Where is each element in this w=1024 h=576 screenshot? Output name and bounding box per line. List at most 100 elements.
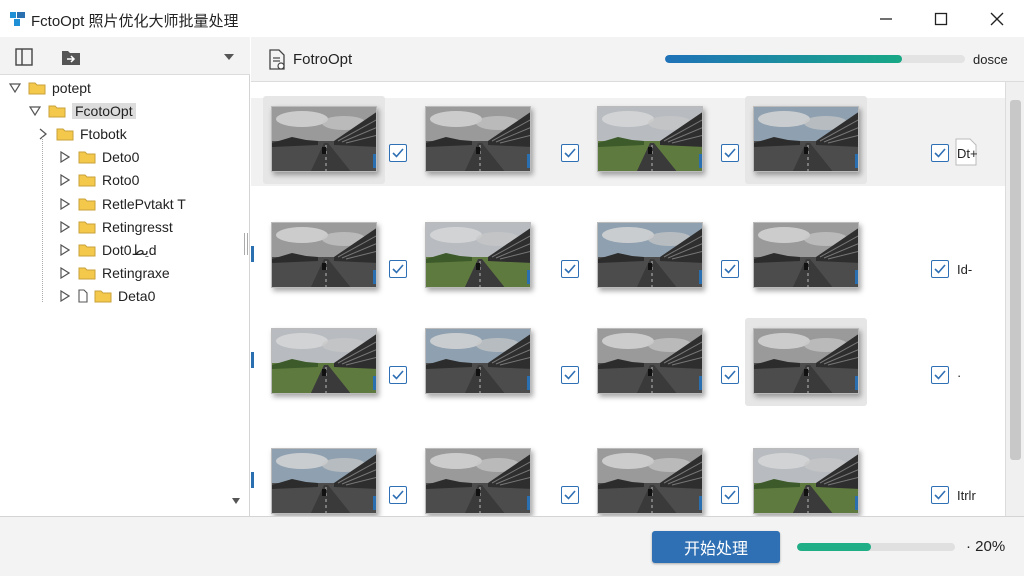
photo-thumbnail[interactable]	[417, 96, 539, 184]
photo-thumbnail[interactable]	[417, 212, 539, 300]
thumb-edge-marker	[855, 496, 858, 510]
thumb-edge-marker	[373, 154, 376, 168]
road-photo-image	[271, 448, 377, 514]
tree-item-label: Dotيط0d	[102, 241, 157, 258]
expand-right-icon[interactable]	[58, 150, 72, 164]
photo-select-checkbox[interactable]	[389, 486, 407, 504]
tree-item[interactable]: RetlePvtakt T	[58, 193, 186, 215]
photo-select-checkbox[interactable]	[389, 144, 407, 162]
row-marker	[251, 472, 254, 488]
expand-right-icon[interactable]	[58, 197, 72, 211]
photo-select-checkbox[interactable]	[561, 366, 579, 384]
photo-thumbnail[interactable]	[745, 318, 867, 406]
road-photo-image	[753, 448, 859, 514]
row-select-checkbox[interactable]	[931, 144, 949, 162]
photo-thumbnail[interactable]	[745, 96, 867, 184]
tree-scroll-down[interactable]	[228, 492, 244, 510]
tree-item[interactable]: Deta0	[58, 285, 155, 307]
road-photo-image	[425, 106, 531, 172]
splitter-grip[interactable]	[244, 233, 248, 255]
tree-item[interactable]: Retingresst	[58, 216, 173, 238]
photo-thumbnail[interactable]	[417, 438, 539, 516]
photo-select-checkbox[interactable]	[721, 486, 739, 504]
panel-layout-icon[interactable]	[13, 46, 35, 68]
tree-item-label: Roto0	[102, 172, 140, 188]
thumb-edge-marker	[855, 376, 858, 390]
expand-right-icon[interactable]	[58, 289, 72, 303]
window-title: FctoOpt 照片优化大师批量处理	[31, 13, 239, 30]
thumb-edge-marker	[527, 154, 530, 168]
grid-scrollbar[interactable]	[1005, 82, 1024, 516]
tree-item[interactable]: Roto0	[58, 169, 139, 191]
tree-item-label: FcotoOpt	[72, 103, 136, 119]
photo-thumbnail[interactable]	[589, 318, 711, 406]
folder-tree: potept FcotoOpt Ftobotk Deto0 Roto0 RetlePvta…	[0, 77, 246, 507]
app-window: FctoOpt 照片优化大师批量处理 potept FcotoOpt Ftobo…	[0, 0, 1024, 576]
expand-right-icon[interactable]	[58, 220, 72, 234]
folder-icon	[78, 197, 96, 211]
import-folder-icon[interactable]	[60, 46, 82, 68]
photo-thumbnail[interactable]	[263, 318, 385, 406]
chevron-right-icon[interactable]	[36, 127, 50, 141]
expand-right-icon[interactable]	[58, 266, 72, 280]
row-side-label: Dt+	[957, 146, 978, 161]
preview-toolbar: FotroOpt dosce	[251, 37, 1024, 82]
scrollbar-thumb[interactable]	[1010, 100, 1021, 460]
close-icon	[990, 12, 1004, 25]
tree-item[interactable]: FcotoOpt	[28, 100, 136, 122]
folder-toolbar	[0, 37, 250, 75]
row-side-label: ·	[957, 368, 962, 383]
photo-select-checkbox[interactable]	[721, 144, 739, 162]
photo-thumbnail[interactable]	[589, 438, 711, 516]
photo-thumbnail[interactable]	[745, 212, 867, 300]
expand-right-icon[interactable]	[58, 243, 72, 257]
batch-progress-fill	[797, 543, 872, 551]
photo-select-checkbox[interactable]	[389, 366, 407, 384]
start-processing-button[interactable]: 开始处理	[652, 531, 780, 563]
overall-progress-fill	[665, 55, 902, 63]
tree-item[interactable]: Ftobotk	[36, 123, 127, 145]
photo-select-checkbox[interactable]	[561, 486, 579, 504]
close-button[interactable]	[974, 0, 1020, 37]
photo-select-checkbox[interactable]	[561, 144, 579, 162]
photo-select-checkbox[interactable]	[561, 260, 579, 278]
maximize-button[interactable]	[918, 0, 964, 37]
row-select-checkbox[interactable]	[931, 366, 949, 384]
photo-thumbnail[interactable]	[589, 212, 711, 300]
photo-thumbnail[interactable]	[745, 438, 867, 516]
photo-select-checkbox[interactable]	[721, 366, 739, 384]
batch-progress-bar	[797, 543, 955, 551]
road-photo-image	[271, 328, 377, 394]
photo-thumbnail[interactable]	[263, 96, 385, 184]
tree-item[interactable]: potept	[8, 77, 91, 99]
tree-item[interactable]: Dotيط0d	[58, 239, 157, 261]
tree-item-label: Deta0	[118, 288, 156, 304]
expand-down-icon[interactable]	[8, 81, 22, 95]
tree-item[interactable]: Deto0	[58, 146, 139, 168]
tree-item-label: Retingraxe	[102, 265, 170, 281]
expand-right-icon[interactable]	[58, 173, 72, 187]
tree-item[interactable]: Retingraxe	[58, 262, 170, 284]
photo-thumbnail[interactable]	[263, 438, 385, 516]
minimize-button[interactable]	[863, 0, 909, 37]
photo-thumbnail[interactable]	[589, 96, 711, 184]
road-photo-image	[753, 222, 859, 288]
dropdown-arrow-icon[interactable]	[223, 53, 235, 61]
folder-icon	[78, 150, 96, 164]
photo-select-checkbox[interactable]	[721, 260, 739, 278]
row-select-checkbox[interactable]	[931, 486, 949, 504]
expand-down-icon[interactable]	[28, 104, 42, 118]
photo-select-checkbox[interactable]	[389, 260, 407, 278]
tree-item-label: potept	[52, 80, 91, 96]
road-photo-image	[753, 328, 859, 394]
tree-item-label: Deto0	[102, 149, 140, 165]
row-select-checkbox[interactable]	[931, 260, 949, 278]
road-photo-image	[753, 106, 859, 172]
thumb-edge-marker	[527, 270, 530, 284]
folder-icon	[28, 81, 46, 95]
photo-thumbnail[interactable]	[263, 212, 385, 300]
photo-thumbnail[interactable]	[417, 318, 539, 406]
thumb-edge-marker	[855, 154, 858, 168]
thumb-edge-marker	[527, 376, 530, 390]
tree-item-label: Ftobotk	[80, 126, 127, 142]
